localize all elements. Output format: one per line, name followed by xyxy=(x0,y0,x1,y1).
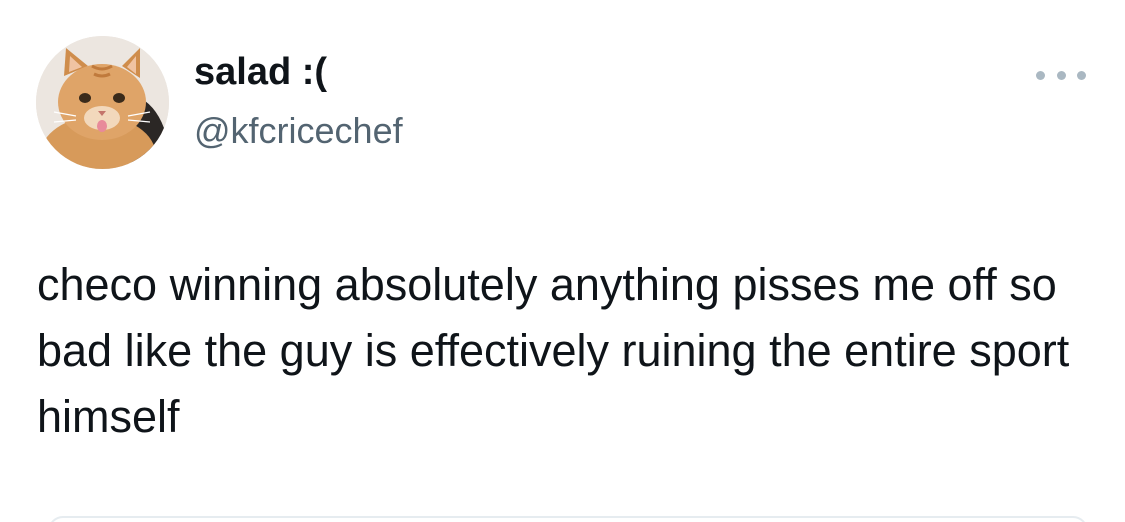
user-handle[interactable]: @kfcricechef xyxy=(194,108,403,154)
display-name[interactable]: salad :( xyxy=(194,48,327,96)
avatar[interactable] xyxy=(36,36,169,169)
more-dot xyxy=(1077,70,1086,80)
cat-avatar-icon xyxy=(36,36,169,169)
tweet-card: salad :( @kfcricechef checo winning abso… xyxy=(0,0,1125,522)
more-options-icon[interactable] xyxy=(1036,62,1086,88)
embedded-card-edge xyxy=(48,516,1088,522)
more-dot xyxy=(1036,70,1045,80)
tweet-text: checo winning absolutely anything pisses… xyxy=(37,259,1070,442)
more-dot xyxy=(1056,70,1066,80)
